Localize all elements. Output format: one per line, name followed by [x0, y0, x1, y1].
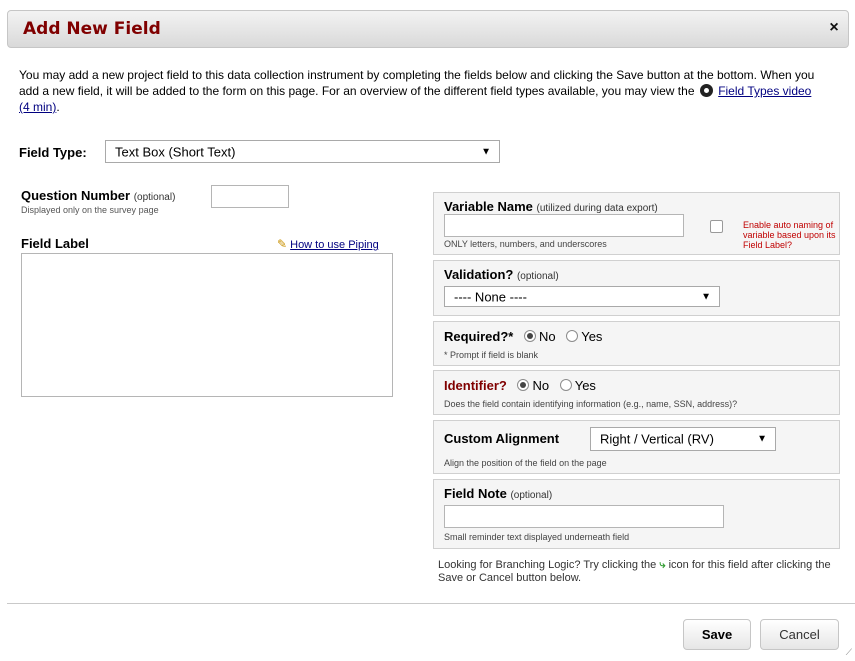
variable-name-title: Variable Name [444, 199, 533, 214]
field-type-value: Text Box (Short Text) [115, 144, 236, 159]
piping-link[interactable]: How to use Piping [290, 239, 379, 251]
field-note-input[interactable] [444, 505, 724, 528]
dialog-titlebar: Add New Field × [7, 10, 849, 48]
intro-text: You may add a new project field to this … [19, 67, 819, 115]
intro-body: You may add a new project field to this … [19, 68, 815, 98]
validation-label: Validation? (optional) [444, 267, 559, 282]
field-type-select[interactable]: Text Box (Short Text) ▼ [105, 140, 500, 163]
pencil-icon: ✎ [277, 237, 288, 251]
validation-optional: (optional) [516, 271, 559, 282]
identifier-no-label: No [532, 378, 550, 393]
cancel-button[interactable]: Cancel [760, 619, 839, 650]
question-number-title: Question Number [21, 188, 131, 203]
required-box: Required?* No Yes * Prompt if field is b… [433, 321, 840, 366]
required-sub: * Prompt if field is blank [444, 350, 539, 360]
validation-box: Validation? (optional) ---- None ---- ▼ [433, 260, 840, 316]
resize-grip-icon[interactable]: ⟋ [846, 647, 852, 658]
footer-divider [7, 603, 855, 604]
branching-text-before: Looking for Branching Logic? Try clickin… [438, 559, 657, 571]
custom-alignment-value: Right / Vertical (RV) [600, 431, 714, 447]
intro-trailing: . [56, 100, 60, 114]
dropdown-arrow-icon: ▼ [701, 291, 711, 302]
identifier-row: Identifier? No Yes [444, 378, 596, 393]
branching-logic-hint: Looking for Branching Logic? Try clickin… [438, 559, 848, 585]
field-note-title: Field Note [444, 486, 507, 501]
field-label-textarea[interactable] [21, 253, 393, 397]
validation-title: Validation? [444, 267, 514, 282]
custom-alignment-sub: Align the position of the field on the p… [444, 458, 607, 468]
identifier-yes-radio[interactable] [559, 379, 572, 391]
validation-select[interactable]: ---- None ---- ▼ [444, 286, 720, 307]
variable-name-box: Variable Name (utilized during data expo… [433, 192, 840, 255]
field-note-sub: Small reminder text displayed underneath… [444, 532, 630, 542]
validation-value: ---- None ---- [454, 289, 527, 304]
identifier-title: Identifier? [444, 378, 507, 393]
close-icon[interactable]: × [826, 19, 842, 37]
custom-alignment-box: Custom Alignment Right / Vertical (RV) ▼… [433, 420, 840, 474]
branching-logic-icon: ⤷ [659, 559, 666, 571]
question-number-input[interactable] [211, 185, 289, 208]
auto-naming-label: Enable auto naming of variable based upo… [743, 220, 836, 250]
variable-name-input[interactable] [444, 214, 684, 237]
required-no-radio[interactable] [523, 330, 536, 342]
identifier-yes-label: Yes [574, 378, 596, 393]
variable-name-sub: ONLY letters, numbers, and underscores [444, 239, 607, 249]
field-type-label: Field Type: [19, 145, 87, 160]
dialog-title: Add New Field [23, 19, 161, 39]
save-button[interactable]: Save [683, 619, 751, 650]
question-number-optional: (optional) [133, 192, 176, 203]
film-reel-icon [699, 84, 713, 97]
piping-help[interactable]: ✎ How to use Piping [277, 237, 379, 251]
required-row: Required?* No Yes [444, 329, 602, 344]
variable-name-hint: (utilized during data export) [536, 203, 658, 214]
identifier-sub: Does the field contain identifying infor… [444, 399, 738, 409]
dropdown-arrow-icon: ▼ [757, 433, 767, 445]
question-number-label: Question Number (optional) [21, 188, 175, 203]
field-label-title: Field Label [21, 236, 89, 251]
field-note-box: Field Note (optional) Small reminder tex… [433, 479, 840, 549]
required-no-label: No [538, 329, 556, 344]
identifier-no-radio[interactable] [517, 379, 530, 391]
question-number-sub: Displayed only on the survey page [21, 205, 159, 215]
identifier-box: Identifier? No Yes Does the field contai… [433, 370, 840, 415]
dropdown-arrow-icon: ▼ [481, 146, 491, 157]
required-yes-label: Yes [581, 329, 603, 344]
required-title: Required?* [444, 329, 514, 344]
field-note-label: Field Note (optional) [444, 486, 552, 501]
field-note-optional: (optional) [510, 490, 553, 501]
auto-naming-checkbox[interactable] [710, 220, 723, 233]
required-yes-radio[interactable] [566, 330, 579, 342]
variable-name-label: Variable Name (utilized during data expo… [444, 199, 658, 214]
custom-alignment-select[interactable]: Right / Vertical (RV) ▼ [590, 427, 776, 451]
custom-alignment-label: Custom Alignment [444, 431, 560, 446]
